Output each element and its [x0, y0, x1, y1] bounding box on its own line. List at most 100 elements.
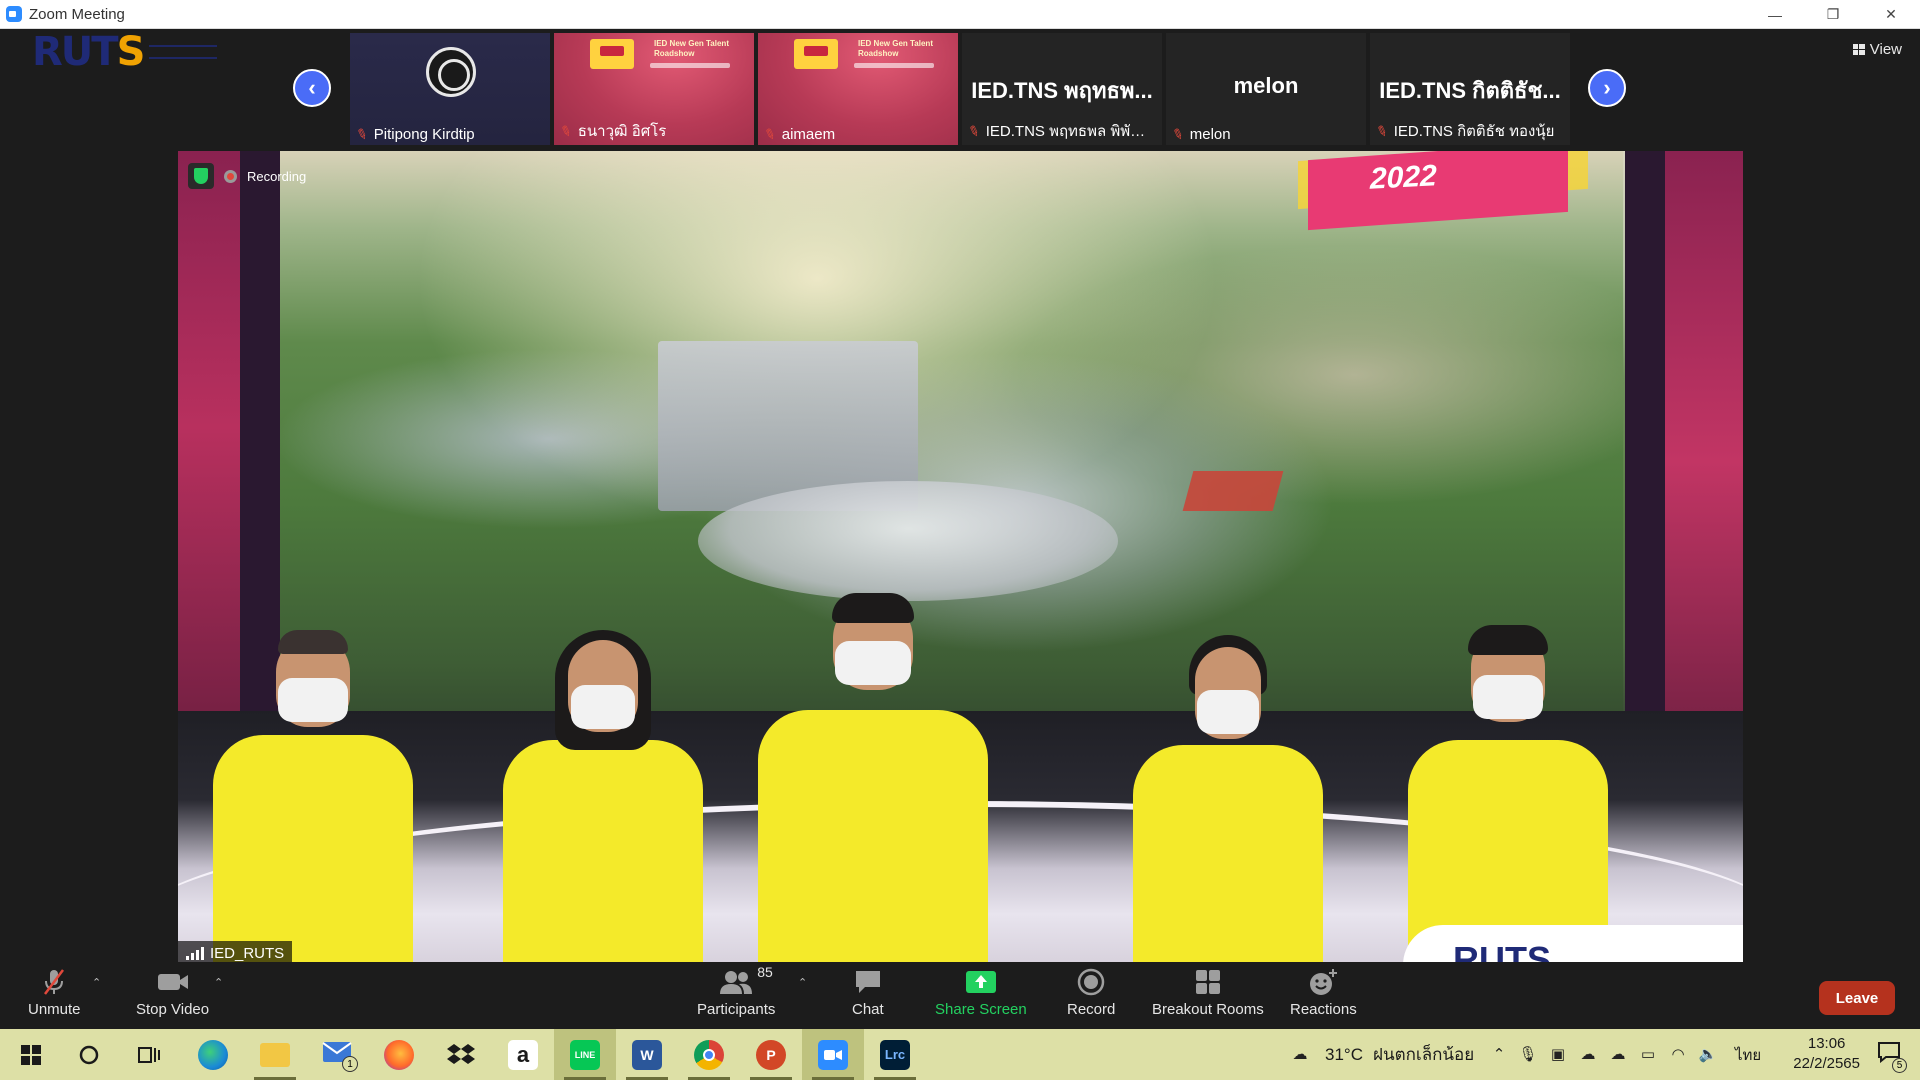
mic-muted-icon: ✎	[1172, 126, 1187, 143]
participant-tile[interactable]: IED New Gen Talent Roadshow ✎ ธนาวุฒิ อิ…	[554, 33, 754, 145]
microphone-icon[interactable]: 🎙	[1518, 1044, 1538, 1064]
participants-icon: 85	[719, 964, 773, 998]
unmute-button[interactable]: Unmute	[28, 966, 81, 1018]
banner-year: 2022	[1370, 159, 1437, 196]
search-button[interactable]	[58, 1029, 120, 1080]
reactions-button[interactable]: Reactions	[1290, 966, 1357, 1018]
taskbar-app-mail[interactable]: 1	[306, 1029, 368, 1080]
participant-label: ✎ ธนาวุฒิ อิศโร	[560, 119, 748, 143]
participant-label: ✎ aimaem	[764, 126, 952, 143]
record-button[interactable]: Record	[1067, 966, 1115, 1018]
stop-video-button[interactable]: Stop Video	[136, 966, 209, 1018]
action-center-button[interactable]: 5	[1858, 1029, 1920, 1080]
mic-muted-icon: ✎	[1376, 121, 1391, 141]
show-hidden-icons-button[interactable]: ⌃	[1489, 1044, 1509, 1064]
grid-icon	[1852, 44, 1865, 55]
taskbar-app-word[interactable]: W	[616, 1029, 678, 1080]
start-button[interactable]	[0, 1029, 62, 1080]
breakout-rooms-button[interactable]: Breakout Rooms	[1152, 966, 1264, 1018]
taskbar-app-dropbox[interactable]	[430, 1029, 492, 1080]
taskbar-app-line[interactable]: LINE	[554, 1029, 616, 1080]
participant-tile[interactable]: IED.TNS พฤทธพ... ✎ IED.TNS พฤทธพล พิพัฒ.…	[962, 33, 1162, 145]
restore-button[interactable]: ❐	[1804, 0, 1862, 29]
taskbar-app-file-explorer[interactable]	[244, 1029, 306, 1080]
taskbar-app-firefox[interactable]	[368, 1029, 430, 1080]
face-mask	[835, 641, 911, 685]
language-indicator[interactable]: ไทย	[1735, 1029, 1761, 1080]
battery-icon[interactable]: ▭	[1638, 1044, 1658, 1064]
onedrive-icon[interactable]: ☁	[1578, 1044, 1598, 1064]
participant-tile[interactable]: IED New Gen Talent Roadshow ✎ aimaem	[758, 33, 958, 145]
video-options-caret[interactable]: ⌃	[214, 976, 223, 989]
taskbar-app-chrome[interactable]	[678, 1029, 740, 1080]
minimize-button[interactable]: —	[1746, 0, 1804, 29]
title-bar: Zoom Meeting — ❐ ✕	[0, 0, 1920, 29]
zoom-icon	[818, 1039, 848, 1070]
zoom-app-icon	[6, 6, 22, 22]
participant-tile[interactable]: ✎ Pitipong Kirdtip	[350, 33, 550, 145]
presenter	[758, 593, 988, 965]
participant-tile[interactable]: IED.TNS กิตติธัช... ✎ IED.TNS กิตติธัช ท…	[1370, 33, 1570, 145]
ruts-logo: RUTS	[32, 29, 218, 75]
obs-logo-icon	[426, 47, 476, 97]
cortana-circle-icon	[79, 1045, 99, 1064]
presenter	[1133, 635, 1323, 965]
ied-poster-logo	[590, 39, 634, 69]
weather-widget[interactable]: 31°C ฝนตกเล็กน้อย	[1325, 1029, 1474, 1080]
notification-count: 5	[1892, 1058, 1907, 1073]
record-dot-icon	[224, 169, 237, 183]
share-screen-button[interactable]: Share Screen	[935, 966, 1027, 1018]
meet-now-icon[interactable]: ▣	[1548, 1044, 1568, 1064]
smiley-plus-icon	[1307, 966, 1339, 998]
wifi-icon[interactable]: ◠	[1668, 1044, 1688, 1064]
gallery-prev-button[interactable]: ‹	[293, 69, 331, 107]
meeting-toolbar: Unmute ⌃ Stop Video ⌃ 85 Participants ⌃	[0, 962, 1920, 1029]
taskbar-app-amazon[interactable]: a	[492, 1029, 554, 1080]
weather-description: ฝนตกเล็กน้อย	[1372, 1045, 1475, 1064]
video-camera-icon	[156, 966, 190, 998]
task-view-icon	[138, 1046, 160, 1063]
audio-options-caret[interactable]: ⌃	[92, 976, 101, 989]
gallery-next-button[interactable]: ›	[1588, 69, 1626, 107]
participant-tile[interactable]: melon ✎ melon	[1166, 33, 1366, 145]
taskbar-app-lightroom[interactable]: Lrc	[864, 1029, 926, 1080]
view-button[interactable]: View	[1852, 41, 1902, 58]
leave-button[interactable]: Leave	[1819, 981, 1895, 1015]
task-view-button[interactable]	[118, 1029, 180, 1080]
face-mask	[571, 685, 635, 729]
recording-label: Recording	[247, 168, 307, 184]
presenter	[503, 630, 703, 965]
participants-options-caret[interactable]: ⌃	[798, 976, 807, 989]
taskbar-app-edge[interactable]	[182, 1029, 244, 1080]
breakout-rooms-icon	[1194, 966, 1222, 998]
face-mask	[1197, 690, 1259, 734]
poster-title: IED New Gen Talent Roadshow	[654, 39, 729, 58]
presenter	[1408, 625, 1608, 965]
chat-button[interactable]: Chat	[852, 966, 884, 1018]
participant-count: 85	[757, 964, 773, 980]
participant-display-name: melon	[1233, 73, 1299, 98]
onedrive-blue-icon[interactable]: ☁	[1608, 1044, 1628, 1064]
participant-label: ✎ Pitipong Kirdtip	[356, 126, 544, 143]
face-mask	[1473, 675, 1543, 719]
main-video[interactable]: 2022 RUTS Recording	[178, 151, 1743, 965]
weather-temp: 31°C	[1325, 1044, 1363, 1064]
poster-title: IED New Gen Talent Roadshow	[858, 39, 933, 58]
taskbar-app-zoom[interactable]	[802, 1029, 864, 1080]
shield-icon	[188, 163, 214, 189]
participants-button[interactable]: 85 Participants	[697, 964, 775, 1018]
participant-label: ✎ IED.TNS พฤทธพล พิพัฒ...	[968, 119, 1156, 143]
volume-icon[interactable]: 🔈	[1698, 1044, 1718, 1064]
mic-muted-icon: ✎	[356, 126, 371, 143]
close-button[interactable]: ✕	[1862, 0, 1920, 29]
view-label: View	[1869, 41, 1902, 58]
taskbar-app-powerpoint[interactable]: P	[740, 1029, 802, 1080]
ied-poster-logo	[794, 39, 838, 69]
signal-strength-icon	[186, 946, 204, 960]
lightroom-icon: Lrc	[880, 1039, 910, 1070]
participant-label: ✎ IED.TNS กิตติธัช ทองนุ้ย	[1376, 119, 1564, 143]
mic-muted-icon: ✎	[764, 126, 779, 143]
chevron-left-icon: ‹	[308, 75, 316, 100]
backdrop-logo: RUTS	[1403, 925, 1743, 965]
clock[interactable]: 13:06 22/2/2565	[1793, 1034, 1860, 1074]
